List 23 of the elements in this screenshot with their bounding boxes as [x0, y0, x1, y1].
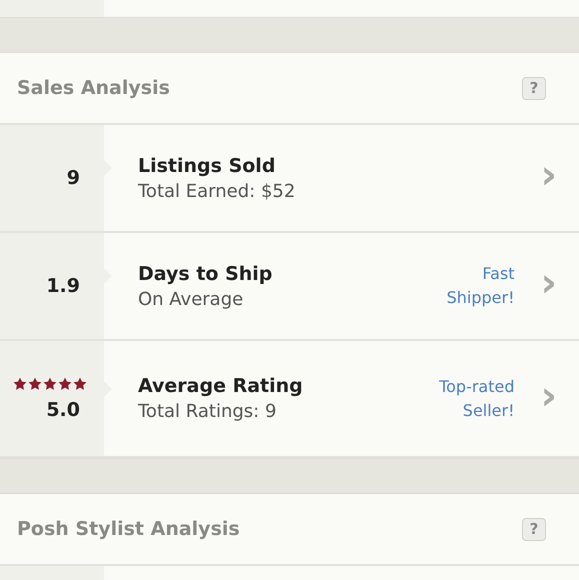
stat-value: 1.9: [46, 275, 80, 297]
stat-row[interactable]: 5.0 Average Rating Total Ratings: 9 Top-rated Seller! ›: [0, 341, 579, 458]
stat-title: Listings Sold: [138, 154, 276, 176]
stat-subtitle: Total Ratings: 9: [138, 401, 278, 422]
stat-value: 5.0: [46, 398, 80, 420]
stat-title: Days to Ship: [138, 262, 274, 284]
section-title: Posh Stylist Analysis: [17, 518, 240, 540]
achievement-label: Fast Shipper!: [446, 263, 515, 309]
star-icon: [28, 376, 42, 390]
stat-subtitle: On Average: [138, 288, 244, 310]
star-icon: [13, 376, 27, 390]
stat-row[interactable]: 1.9 Days to Ship On Average Fast Shipper! ›: [0, 233, 579, 341]
section-title: Sales Analysis: [17, 77, 170, 99]
star-icon: [58, 376, 72, 390]
help-button[interactable]: ?: [522, 76, 546, 100]
help-button[interactable]: ?: [522, 518, 546, 540]
stat-subtitle: Total Earned: $52: [138, 180, 296, 202]
achievement-label: Top-rated Seller!: [438, 376, 515, 422]
star-icon: [43, 376, 57, 390]
stat-row[interactable]: 9 Listings Sold Total Earned: $52 ›: [0, 125, 579, 233]
stat-title: Average Rating: [138, 375, 304, 397]
stat-value: 9: [66, 167, 80, 189]
star-icon: [73, 376, 87, 390]
